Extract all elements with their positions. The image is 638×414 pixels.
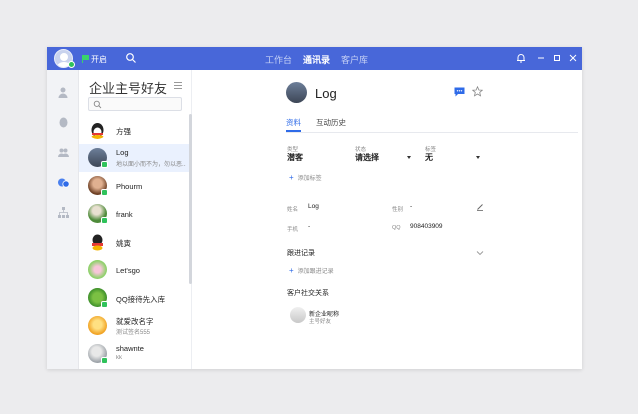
contact-name: 姚寅: [116, 239, 131, 248]
edit-icon[interactable]: [476, 203, 484, 211]
tab-interaction-history[interactable]: 互动历史: [316, 117, 346, 128]
add-tag-link[interactable]: + 添加标签: [289, 173, 322, 182]
contact-item[interactable]: shawnte kk: [79, 340, 189, 368]
social-avatar: [290, 307, 306, 323]
minimize-icon[interactable]: [535, 52, 547, 64]
contact-item[interactable]: frank: [79, 200, 189, 228]
star-icon[interactable]: [472, 86, 483, 97]
gender-value: -: [410, 203, 413, 210]
status-select[interactable]: 请选择: [355, 152, 379, 163]
follow-dropdown-caret-icon[interactable]: [476, 156, 480, 159]
follow-value[interactable]: 无: [425, 152, 433, 163]
app-window: 开启 工作台 通讯录 客户库 企业主号好友 方强 Log 地以面小而不为，勿以恶…: [47, 47, 582, 369]
contact-item[interactable]: 方强: [79, 116, 189, 144]
detail-contact-name: Log: [315, 86, 337, 101]
contact-name: Let'sgo: [116, 266, 140, 275]
phone-label: 手机: [287, 227, 299, 233]
add-tag-label: 添加标签: [297, 176, 322, 182]
close-icon[interactable]: [567, 52, 579, 64]
org-chart-icon[interactable]: [57, 206, 70, 219]
qq-label: QQ: [392, 225, 401, 231]
contact-signature: 测试签名555: [116, 330, 151, 336]
social-title: 客户社交关系: [287, 290, 329, 297]
contact-item[interactable]: Phourm: [79, 172, 189, 200]
qq-value: 908403909: [410, 223, 443, 230]
tab-workbench[interactable]: 工作台: [265, 53, 292, 66]
group-icon[interactable]: [57, 146, 70, 159]
search-icon: [93, 100, 102, 109]
tab-contacts[interactable]: 通讯录: [303, 53, 330, 72]
plus-icon: +: [289, 172, 294, 182]
contact-name: Log: [116, 148, 129, 157]
contact-item[interactable]: 就爱改名字 测试签名555: [79, 312, 189, 340]
contacts-active-icon[interactable]: [57, 176, 70, 189]
contact-name: shawnte: [116, 344, 144, 353]
penguin-icon[interactable]: [57, 116, 70, 129]
name-label: 姓名: [287, 207, 299, 213]
plus-icon: +: [289, 265, 294, 275]
contact-item[interactable]: QQ接待先入库: [79, 284, 189, 312]
online-badge: [101, 189, 108, 196]
phone-value: -: [308, 223, 311, 230]
detail-avatar: [286, 82, 307, 103]
left-rail: [47, 70, 79, 369]
online-badge: [101, 217, 108, 224]
contact-avatar: [88, 316, 107, 335]
top-nav: 工作台 通讯录 客户库: [47, 47, 582, 72]
maximize-icon[interactable]: [551, 52, 563, 64]
tab-divider: [286, 132, 578, 133]
contact-detail-pane: Log 资料 互动历史 类型 潜客 状态 请选择 标签 无 + 添加标签 姓名 …: [192, 70, 582, 369]
tab-profile[interactable]: 资料: [286, 117, 301, 132]
social-relation: 主号好友: [309, 319, 332, 325]
title-bar: 开启 工作台 通讯录 客户库: [47, 47, 582, 72]
type-value[interactable]: 潜客: [287, 152, 303, 163]
contact-name: frank: [116, 210, 133, 219]
add-followup-link[interactable]: + 添加跟进记录: [289, 266, 334, 275]
add-followup-label: 添加跟进记录: [297, 269, 334, 275]
chevron-down-icon[interactable]: [476, 250, 484, 256]
contact-item[interactable]: Let'sgo: [79, 256, 189, 284]
online-badge: [101, 301, 108, 308]
online-badge: [101, 161, 108, 168]
online-badge: [101, 357, 108, 364]
contact-name: 方强: [116, 127, 131, 136]
name-value: Log: [308, 203, 319, 210]
contact-signature: kk: [116, 355, 122, 361]
contact-list-title: 企业主号好友: [89, 81, 168, 96]
bell-icon[interactable]: [515, 52, 527, 64]
menu-icon[interactable]: [174, 82, 182, 89]
contact-avatar: [88, 260, 107, 279]
contact-name: 就爱改名字: [116, 317, 154, 326]
contact-item-selected[interactable]: Log 地以面小而不为，勿以恶...: [79, 144, 189, 172]
contact-signature: 地以面小而不为，勿以恶...: [116, 162, 186, 168]
gender-label: 性别: [392, 207, 404, 213]
person-icon[interactable]: [57, 86, 70, 99]
chat-icon[interactable]: [454, 87, 465, 97]
tab-customer-library[interactable]: 客户库: [341, 53, 368, 66]
contact-name: Phourm: [116, 182, 143, 191]
contact-search-input[interactable]: [88, 97, 182, 111]
contact-item[interactable]: 姚寅: [79, 228, 189, 256]
contact-list-pane: 企业主号好友 方强 Log 地以面小而不为，勿以恶... Phourm fran…: [79, 70, 192, 369]
status-dropdown-caret-icon[interactable]: [407, 156, 411, 159]
contact-name: QQ接待先入库: [116, 295, 166, 304]
contact-avatar: [88, 120, 107, 139]
followup-title: 跟进记录: [287, 250, 315, 257]
contact-avatar: [88, 232, 107, 251]
